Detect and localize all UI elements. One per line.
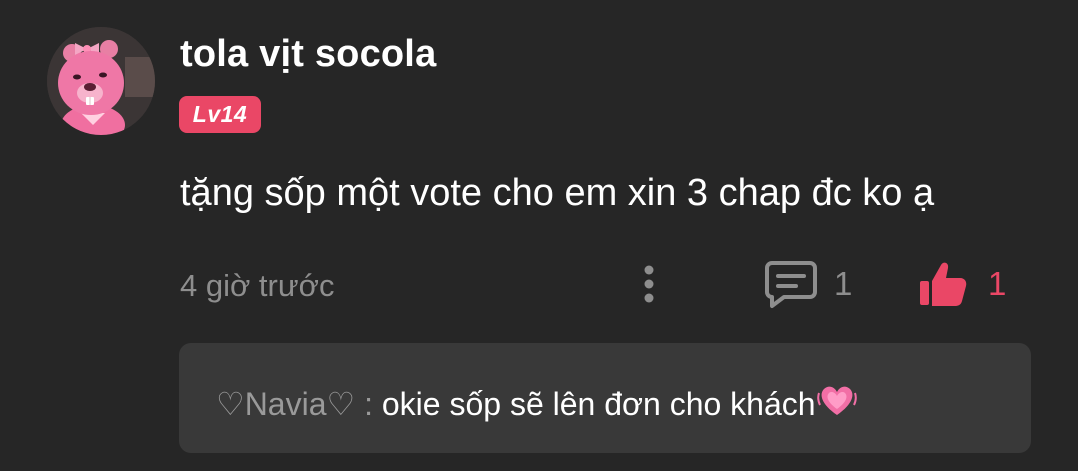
thumbs-up-icon (920, 262, 967, 306)
reply-count: 1 (834, 265, 853, 302)
comment-bubble-icon (765, 261, 817, 308)
vertical-dots-icon (644, 265, 654, 303)
avatar[interactable] (47, 27, 155, 135)
reply-line: ♡Navia♡ : okie sốp sẽ lên đơn cho khách (216, 381, 857, 427)
beaver-avatar-image (47, 27, 155, 135)
reply-separator: : (355, 385, 382, 422)
comment-timestamp: 4 giờ trước (180, 268, 335, 303)
like-count: 1 (988, 265, 1007, 302)
beating-heart-emoji-icon (816, 381, 857, 427)
more-options-button[interactable] (633, 262, 665, 306)
level-badge: Lv14 (179, 96, 261, 133)
reply-message: okie sốp sẽ lên đơn cho khách (381, 385, 816, 422)
reply-preview[interactable]: ♡Navia♡ : okie sốp sẽ lên đơn cho khách (179, 343, 1031, 453)
comment-text: tặng sốp một vote cho em xin 3 chap đc k… (180, 172, 935, 214)
like-button[interactable]: 1 (916, 258, 1006, 310)
reply-button[interactable]: 1 (764, 258, 852, 310)
reply-author[interactable]: ♡Navia♡ (216, 385, 355, 423)
username[interactable]: tola vịt socola (180, 33, 436, 76)
